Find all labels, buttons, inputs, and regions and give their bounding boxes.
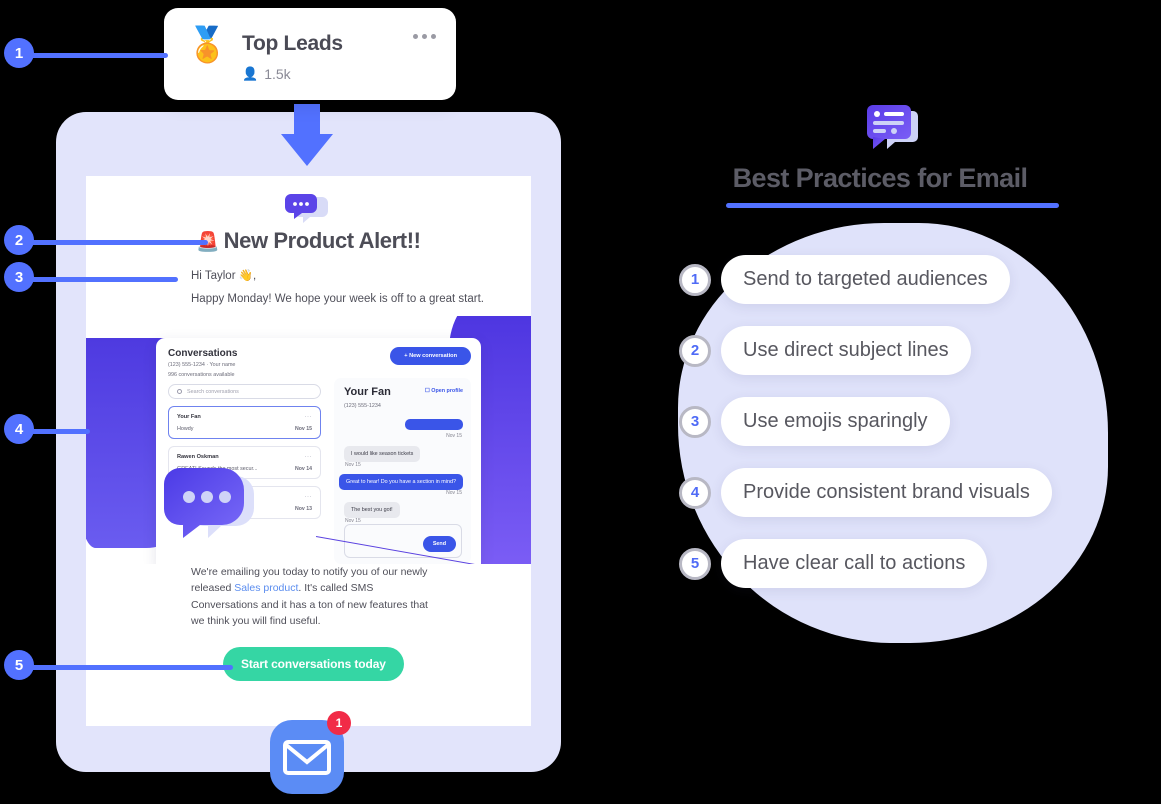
callout-marker-4[interactable]: 4 [4, 414, 34, 444]
callout-marker-4-label: 4 [14, 420, 24, 438]
practice-marker-2: 2 [679, 334, 711, 367]
email-intro-line: Happy Monday! We hope your week is off t… [191, 293, 484, 305]
practice-marker-1: 1 [679, 263, 711, 296]
email-greeting: Hi Taylor 👋, [191, 270, 257, 282]
search-placeholder: Search conversations [187, 388, 239, 395]
message-list-icon [861, 103, 923, 156]
email-preview-screen: 🚨 New Product Alert!! Hi Taylor 👋, Happy … [86, 176, 531, 726]
thread-contact-number: (123) 555-1234 [344, 403, 381, 409]
down-arrow-icon [281, 104, 333, 171]
practice-label-5: Have clear call to actions [721, 539, 988, 588]
conversations-subtitle-count: 996 conversations available [168, 372, 235, 378]
practice-marker-4: 4 [679, 476, 711, 509]
start-conversations-button[interactable]: Start conversations today [223, 647, 404, 681]
email-body: We're emailing you today to notify you o… [191, 564, 443, 629]
callout-marker-1[interactable]: 1 [4, 38, 34, 68]
practice-label-3: Use emojis sparingly [721, 397, 950, 446]
top-leads-card[interactable]: 🏅 Top Leads 👤 1.5k [164, 8, 456, 100]
practice-marker-1-label: 1 [690, 271, 700, 288]
thread-contact-name: Your Fan [344, 386, 391, 398]
message-date: Nov 15 [446, 490, 462, 496]
search-conversations-input[interactable]: Search conversations [168, 384, 321, 399]
callout-marker-5-label: 5 [14, 656, 24, 674]
top-leads-count: 👤 1.5k [242, 66, 291, 82]
callout-marker-5[interactable]: 5 [4, 650, 34, 680]
practice-item-4[interactable]: 4 Provide consistent brand visuals [679, 468, 1052, 517]
more-options-icon[interactable] [413, 34, 436, 39]
conversation-more-icon[interactable]: ··· [305, 454, 313, 460]
search-icon [177, 389, 182, 394]
product-screenshot: Conversations (123) 555-1234 · Your name… [86, 316, 531, 564]
message-bubble-outgoing: Great to hear! Do you have a section in … [339, 474, 463, 490]
open-profile-label: Open profile [431, 388, 463, 394]
practice-label-2: Use direct subject lines [721, 326, 971, 375]
leader-line-2 [28, 240, 208, 245]
practice-marker-2-label: 2 [690, 342, 700, 359]
leader-line-4 [28, 429, 90, 434]
conversation-list-item[interactable]: Your Fan Howdy ··· Nov 15 [168, 406, 321, 439]
new-conversation-button[interactable]: + New conversation [390, 347, 471, 365]
practice-item-2[interactable]: 2 Use direct subject lines [679, 326, 971, 375]
practice-item-3[interactable]: 3 Use emojis sparingly [679, 397, 950, 446]
practice-marker-3-label: 3 [690, 413, 700, 430]
callout-marker-3[interactable]: 3 [4, 262, 34, 292]
conversation-date: Nov 14 [294, 466, 312, 472]
message-date: Nov 15 [446, 433, 462, 439]
callout-marker-3-label: 3 [14, 268, 24, 286]
conversations-subtitle-phone: (123) 555-1234 · Your name [168, 362, 236, 368]
person-icon: 👤 [242, 66, 259, 81]
page-title: Best Practices for Email [732, 163, 1028, 193]
overlay-chat-bubbles-icon [164, 468, 259, 543]
practice-label-1: Send to targeted audiences [721, 255, 1010, 304]
message-bubble-outgoing [405, 419, 463, 430]
conversation-more-icon[interactable]: ··· [305, 494, 313, 500]
callout-marker-2[interactable]: 2 [4, 225, 34, 255]
chat-bubbles-icon [284, 194, 334, 229]
title-underline [726, 203, 1059, 208]
leader-line-1 [28, 53, 168, 58]
practice-marker-4-label: 4 [690, 484, 700, 501]
practice-label-4: Provide consistent brand visuals [721, 468, 1052, 517]
practice-marker-5: 5 [679, 547, 711, 580]
envelope-notification[interactable]: 1 [268, 711, 351, 801]
message-bubble-incoming: The best you got! [344, 502, 400, 518]
leader-line-5 [28, 665, 233, 670]
practice-item-1[interactable]: 1 Send to targeted audiences [679, 255, 1010, 304]
practice-marker-5-label: 5 [690, 555, 700, 572]
open-profile-link[interactable]: ☐ Open profile [425, 388, 463, 394]
conversation-name: Rawen Oskman [177, 454, 219, 460]
conversation-thread: Your Fan (123) 555-1234 ☐ Open profile N… [334, 378, 471, 564]
conversation-date: Nov 15 [294, 426, 312, 432]
practice-item-5[interactable]: 5 Have clear call to actions [679, 539, 988, 588]
email-title-text: New Product Alert!! [223, 228, 421, 253]
conversation-preview: Howdy [177, 426, 194, 432]
top-leads-count-label: 1.5k [264, 66, 291, 82]
practice-marker-3: 3 [679, 405, 711, 438]
conversation-name: Your Fan [177, 414, 201, 420]
message-date: Nov 15 [345, 462, 361, 468]
callout-marker-1-label: 1 [14, 44, 24, 62]
best-practices-panel: Best Practices for Email 1 Send to targe… [620, 95, 1140, 655]
conversation-date: Nov 13 [294, 506, 312, 512]
notification-badge: 1 [327, 711, 351, 735]
illustration-stage: 1 2 3 4 5 🏅 Top Leads 👤 1.5k 🚨 New Produc… [0, 0, 1161, 804]
send-button[interactable]: Send [422, 536, 456, 552]
medal-icon: 🏅 [186, 26, 229, 64]
callout-marker-2-label: 2 [14, 231, 24, 249]
sales-product-link[interactable]: Sales product [234, 582, 298, 594]
top-leads-title: Top Leads [242, 32, 343, 55]
message-bubble-incoming: I would like season tickets [344, 446, 421, 462]
conversations-title: Conversations [168, 348, 238, 359]
conversation-more-icon[interactable]: ··· [305, 414, 313, 420]
leader-line-3 [28, 277, 178, 282]
